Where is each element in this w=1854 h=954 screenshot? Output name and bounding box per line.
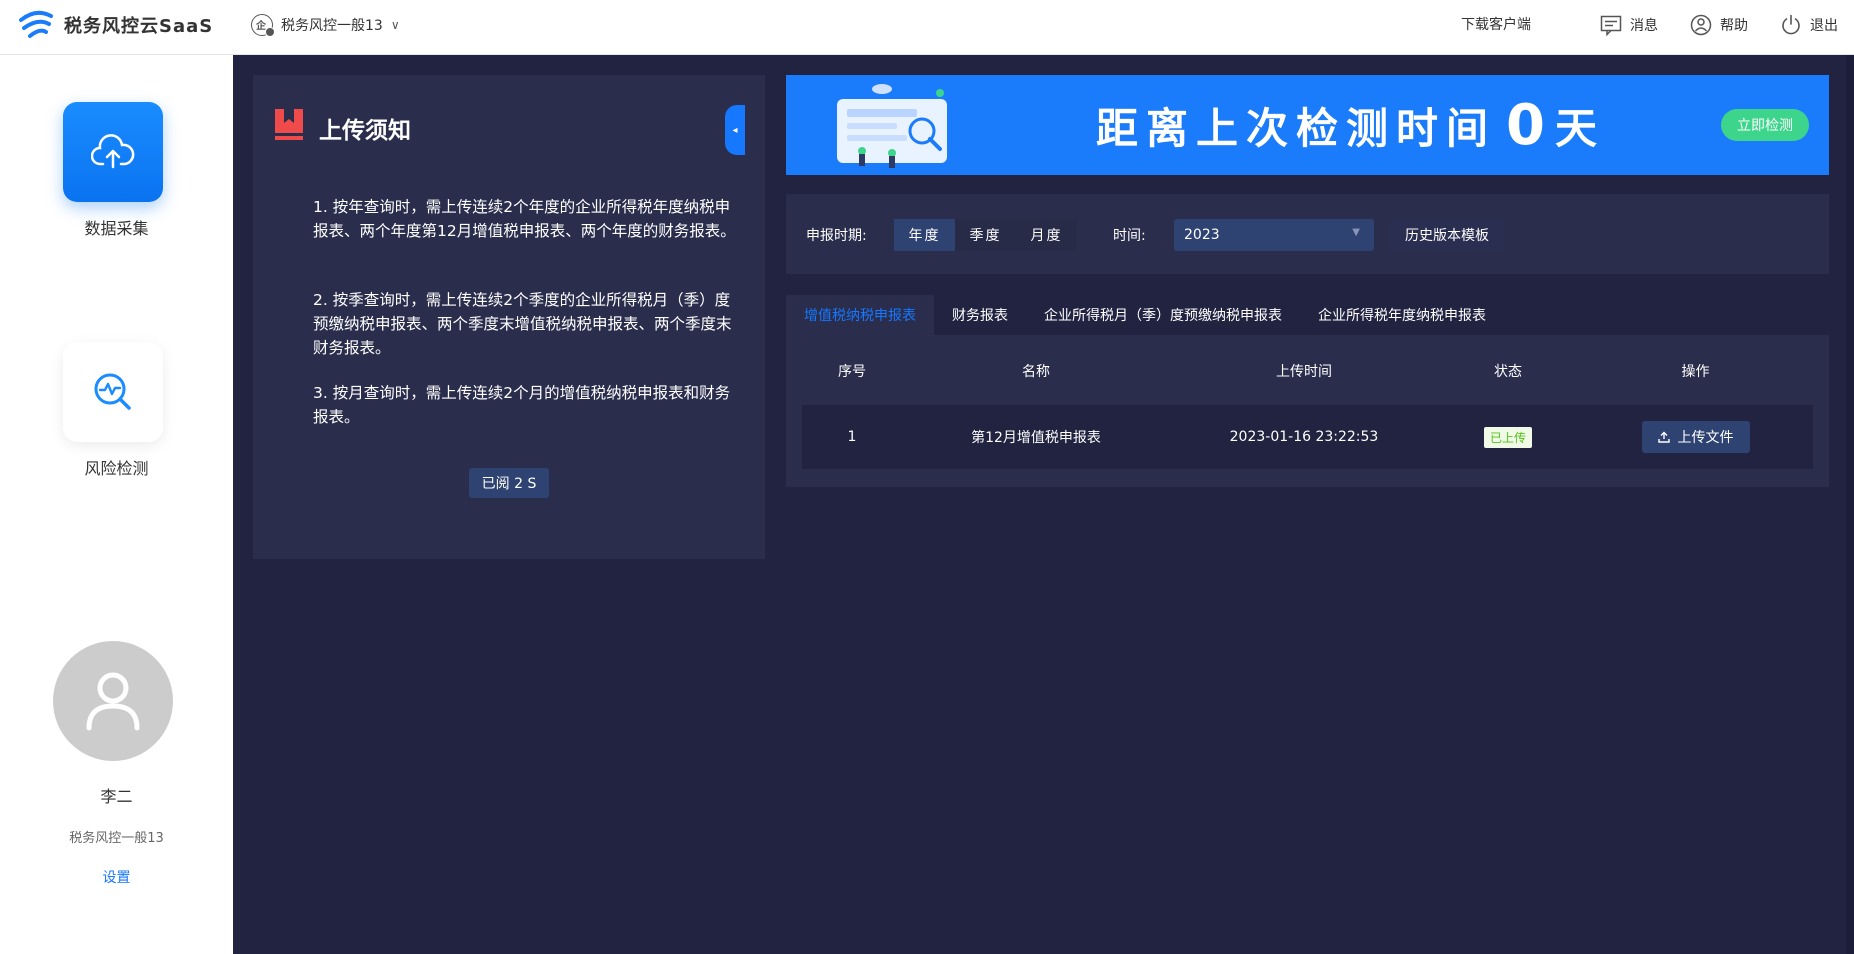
filter-panel: 申报时期: 年度 季度 月度 时间: 2023 ▼ 历史版本模板 <box>786 194 1829 274</box>
scrollbar[interactable] <box>1846 55 1854 954</box>
table-header: 序号 名称 上传时间 状态 操作 <box>802 351 1813 391</box>
tab-cit-quarterly-prepayment[interactable]: 企业所得税月（季）度预缴纳税申报表 <box>1026 295 1300 335</box>
banner-text-before: 距离上次检测时间 <box>1096 104 1497 153</box>
help-icon <box>1690 14 1712 36</box>
download-client-label: 下载客户端 <box>1461 17 1531 33</box>
year-select[interactable]: 2023 ▼ <box>1174 219 1374 251</box>
history-template-button[interactable]: 历史版本模板 <box>1390 219 1504 251</box>
brand-name: 税务风控云SaaS <box>64 16 214 37</box>
message-icon <box>1600 15 1622 36</box>
chevron-down-icon: ▼ <box>1352 227 1360 238</box>
org-switch-icon: 企 <box>251 14 275 37</box>
period-quarter-button[interactable]: 季度 <box>955 219 1016 251</box>
status-badge: 已上传 <box>1483 426 1532 448</box>
logout-button[interactable]: 退出 <box>1780 14 1838 36</box>
column-header-upload-time: 上传时间 <box>1276 364 1332 380</box>
help-label: 帮助 <box>1720 18 1748 34</box>
messages-label: 消息 <box>1630 18 1658 34</box>
banner-days: 0 <box>1506 93 1545 158</box>
user-icon <box>86 672 140 731</box>
row-name: 第12月增值税申报表 <box>971 430 1101 446</box>
notice-item-3: 3. 按月查询时，需上传连续2个月的增值税纳税申报表和财务报表。 <box>313 384 731 426</box>
sidebar-item-risk-detection[interactable] <box>63 342 163 442</box>
notice-item-2: 2. 按季查询时，需上传连续2个季度的企业所得税月（季）度预缴纳税申报表、两个季… <box>313 291 732 357</box>
time-label: 时间: <box>1113 228 1146 244</box>
avatar[interactable] <box>53 641 173 761</box>
settings-link[interactable]: 设置 <box>0 867 233 887</box>
sidebar: 数据采集 风险检测 李二 税务风控一般13 设置 <box>0 55 233 954</box>
sidebar-item-data-collection[interactable] <box>63 102 163 202</box>
logo-icon <box>19 10 53 38</box>
detect-now-button[interactable]: 立即检测 <box>1721 109 1809 141</box>
row-action-cell: 上传文件 <box>1578 405 1813 469</box>
period-year-button[interactable]: 年度 <box>894 219 955 251</box>
period-label: 申报时期: <box>806 228 867 244</box>
report-tabs: 增值税纳税申报表 财务报表 企业所得税月（季）度预缴纳税申报表 企业所得税年度纳… <box>786 295 1504 335</box>
logout-label: 退出 <box>1810 18 1838 34</box>
column-header-name: 名称 <box>1022 364 1050 380</box>
tab-vat-return[interactable]: 增值税纳税申报表 <box>786 295 934 335</box>
row-status-cell: 已上传 <box>1438 405 1578 469</box>
notice-item-1: 1. 按年查询时，需上传连续2个年度的企业所得税年度纳税申报表、两个年度第12月… <box>313 198 736 240</box>
messages-button[interactable]: 消息 <box>1600 14 1658 36</box>
upload-icon <box>1657 431 1670 443</box>
book-icon <box>275 109 303 140</box>
banner-message: 距离上次检测时间 0 天 <box>1096 93 1605 158</box>
detection-banner: 距离上次检测时间 0 天 立即检测 <box>786 75 1829 175</box>
column-header-index: 序号 <box>838 364 866 380</box>
sidebar-item-data-collection-label: 数据采集 <box>84 219 149 238</box>
collapse-arrow-icon: ◂ <box>732 124 738 136</box>
notice-title: 上传须知 <box>319 118 411 144</box>
sidebar-item-risk-detection-label: 风险检测 <box>84 459 149 478</box>
upload-table: 序号 名称 上传时间 状态 操作 1 第12月增值税申报表 2023-01-16… <box>786 335 1829 487</box>
user-name: 李二 <box>100 787 133 806</box>
top-bar: 税务风控云SaaS 企 税务风控一般13 ∨ 下载客户端 消息 帮助 退出 <box>0 0 1854 55</box>
power-icon <box>1782 14 1800 35</box>
help-button[interactable]: 帮助 <box>1690 14 1748 36</box>
risk-search-icon <box>94 373 131 410</box>
upload-file-button[interactable]: 上传文件 <box>1641 421 1750 453</box>
chevron-down-icon: ∨ <box>390 18 400 32</box>
row-index: 1 <box>847 429 857 445</box>
period-month-button[interactable]: 月度 <box>1016 219 1077 251</box>
upload-notice-panel: 上传须知 ◂ 1. 按年查询时，需上传连续2个年度的企业所得税年度纳税申报表、两… <box>253 75 765 559</box>
cloud-upload-icon <box>91 134 135 169</box>
tab-financial-statements[interactable]: 财务报表 <box>934 295 1026 335</box>
column-header-status: 状态 <box>1494 364 1522 380</box>
upload-file-label: 上传文件 <box>1677 430 1734 446</box>
banner-text-after: 天 <box>1554 104 1605 153</box>
collapse-notice-button[interactable]: ◂ <box>725 105 745 155</box>
org-switcher[interactable]: 企 税务风控一般13 ∨ <box>251 14 400 37</box>
row-upload-time: 2023-01-16 23:22:53 <box>1229 429 1379 445</box>
column-header-action: 操作 <box>1681 364 1710 380</box>
banner-illustration-icon <box>837 84 947 168</box>
period-toggle: 年度 季度 月度 <box>894 219 1077 251</box>
table-row: 1 第12月增值税申报表 2023-01-16 23:22:53 已上传 上传文… <box>802 405 1813 469</box>
user-org: 税务风控一般13 <box>69 831 164 846</box>
tab-cit-annual-return[interactable]: 企业所得税年度纳税申报表 <box>1300 295 1504 335</box>
read-confirm-button[interactable]: 已阅 2 S <box>469 468 549 498</box>
year-select-value: 2023 <box>1184 227 1220 243</box>
org-name: 税务风控一般13 <box>281 18 383 34</box>
download-client-link[interactable]: 下载客户端 <box>1461 14 1531 34</box>
